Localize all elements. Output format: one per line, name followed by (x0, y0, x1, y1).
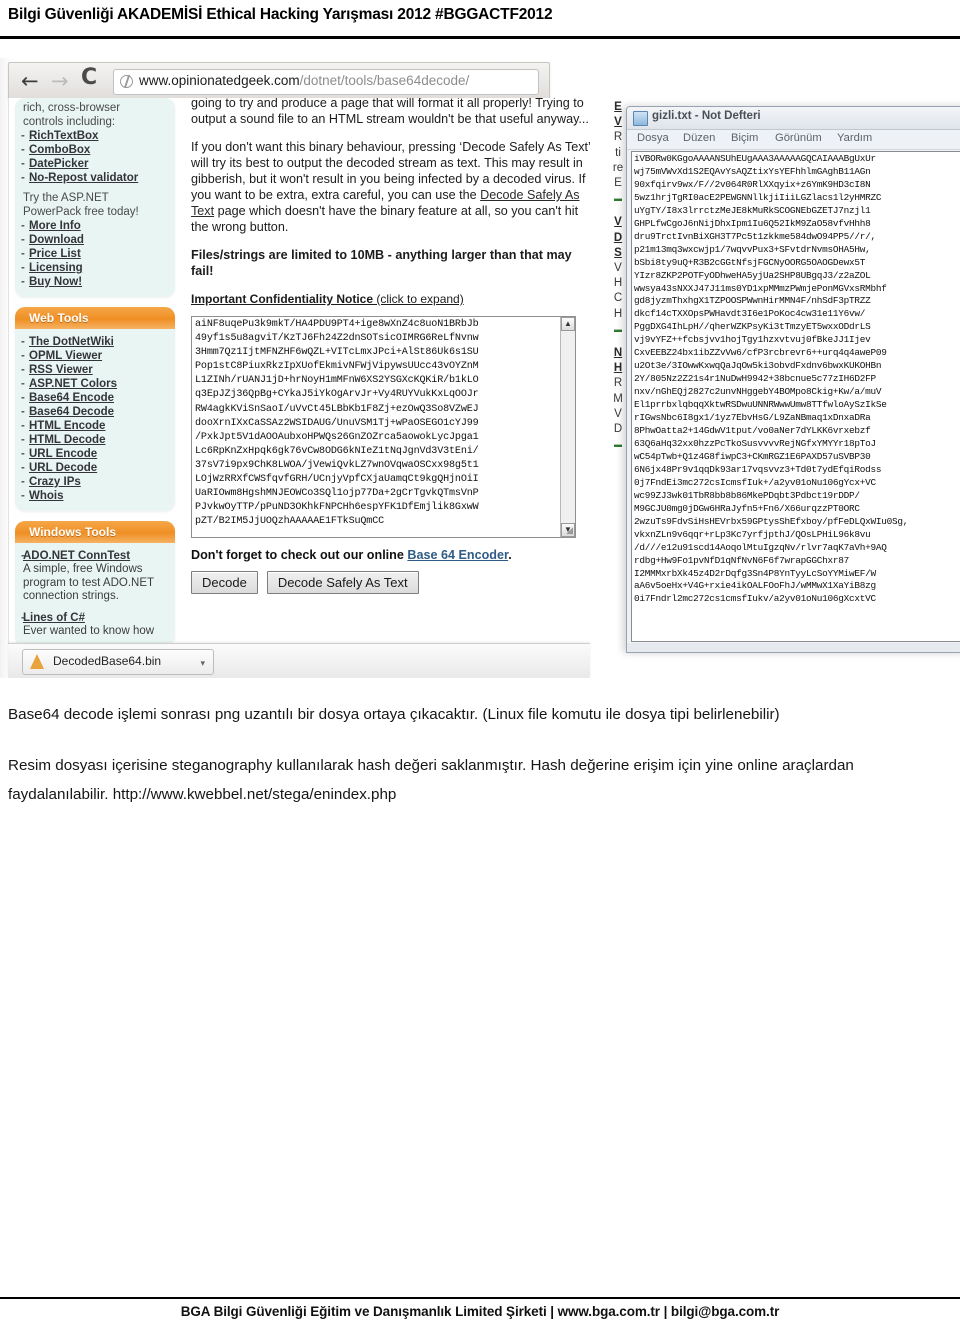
sidebar-link-rss-viewer[interactable]: RSS Viewer (15, 363, 175, 377)
notepad-window[interactable]: gizli.txt - Not Defteri Dosya Düzen Biçi… (626, 106, 960, 653)
sidebar-link-price-list[interactable]: Price List (15, 247, 175, 261)
document-footer: BGA Bilgi Güvenliği Eğitim ve Danışmanlı… (180, 1304, 780, 1319)
base64-encoder-link[interactable]: Base 64 Encoder (407, 548, 508, 562)
menu-dosya[interactable]: Dosya (637, 132, 669, 144)
sidebar-link-lines-of-csharp[interactable]: Lines of C# (15, 611, 175, 625)
sidebar-link-more-info[interactable]: More Info (15, 219, 175, 233)
powerpack-panel: rich, cross-browser controls including: … (15, 98, 175, 297)
site-sidebar: rich, cross-browser controls including: … (15, 98, 175, 656)
sidebar-link-download[interactable]: Download (15, 233, 175, 247)
page-title: Bilgi Güvenliği AKADEMİSİ Ethical Hackin… (8, 6, 553, 23)
sidebar-link-dotnetwiki[interactable]: The DotNetWiki (15, 335, 175, 349)
promo-line-1: Try the ASP.NET (23, 192, 109, 204)
sidebar-link-whois[interactable]: Whois (15, 489, 175, 503)
sidebar-link-crazy-ips[interactable]: Crazy IPs (15, 475, 175, 489)
encoder-hint-text: Don't forget to check out our online (191, 548, 408, 562)
encoder-hint: Don't forget to check out our online Bas… (191, 548, 591, 562)
ado-net-conntest-description: A simple, free Windows program to test A… (23, 563, 154, 602)
download-file-name: DecodedBase64.bin (53, 654, 162, 668)
binary-behaviour-paragraph: If you don't want this binary behaviour,… (191, 139, 591, 235)
confidentiality-notice-link[interactable]: Important Confidentiality Notice (click … (191, 291, 591, 306)
encoder-hint-end: . (508, 548, 512, 562)
sidebar-link-html-decode[interactable]: HTML Decode (15, 433, 175, 447)
sidebar-link-url-decode[interactable]: URL Decode (15, 461, 175, 475)
scroll-up-icon[interactable]: ▲ (561, 317, 575, 331)
windows-tools-header: Windows Tools (15, 521, 175, 543)
download-shelf: DecodedBase64.bin ▾ (8, 643, 590, 678)
sidebar-link-base64-decode[interactable]: Base64 Decode (15, 405, 175, 419)
notepad-menu-bar: Dosya Düzen Biçim Görünüm Yardım (627, 130, 960, 150)
forward-arrow-icon[interactable]: → (51, 71, 69, 92)
header-divider (0, 36, 960, 39)
explanation-paragraph-1: Base64 decode işlemi sonrası png uzantıl… (8, 706, 780, 723)
explanation-paragraph-2: Resim dosyası içerisine steganography ku… (8, 757, 854, 803)
menu-yardim[interactable]: Yardım (837, 132, 872, 144)
sidebar-link-html-encode[interactable]: HTML Encode (15, 419, 175, 433)
download-file-icon (30, 654, 44, 669)
sidebar-link-aspnet-colors[interactable]: ASP.NET Colors (15, 377, 175, 391)
decode-button[interactable]: Decode (191, 571, 258, 594)
address-bar-url: www.opinionatedgeek.com/dotnet/tools/bas… (139, 73, 469, 88)
notepad-text-area[interactable]: iVBORw0KGgoAAAANSUhEUgAAA3AAAAAGQCAIAAAB… (631, 151, 960, 642)
notepad-status-strip (627, 643, 960, 652)
address-bar[interactable]: www.opinionatedgeek.com/dotnet/tools/bas… (113, 69, 539, 95)
notepad-icon (633, 111, 648, 126)
chevron-down-icon[interactable]: ▾ (200, 658, 205, 669)
decode-safely-as-text-button[interactable]: Decode Safely As Text (266, 571, 419, 594)
sidebar-link-opml-viewer[interactable]: OPML Viewer (15, 349, 175, 363)
binary-behaviour-text-b: page which doesn't have the binary featu… (191, 204, 579, 234)
sidebar-link-combobox[interactable]: ComboBox (15, 143, 175, 157)
url-domain: www.opinionatedgeek.com (139, 73, 300, 88)
sidebar-link-richtextbox[interactable]: RichTextBox (15, 129, 175, 143)
intro-paragraph: going to try and produce a page that wil… (191, 98, 589, 126)
sidebar-link-datepicker[interactable]: DatePicker (15, 157, 175, 171)
sidebar-link-buy-now[interactable]: Buy Now! (15, 275, 175, 289)
sidebar-link-licensing[interactable]: Licensing (15, 261, 175, 275)
sidebar-intro-line-1: rich, cross-browser (23, 102, 121, 114)
menu-gorunum[interactable]: Görünüm (775, 132, 822, 144)
reload-icon[interactable]: C (81, 67, 97, 89)
document-header: Bilgi Güvenliği AKADEMİSİ Ethical Hackin… (0, 0, 960, 46)
decode-button-row: Decode Decode Safely As Text (191, 571, 591, 594)
sidebar-link-base64-encode[interactable]: Base64 Encode (15, 391, 175, 405)
base64-textarea-value: aiNF8uqePu3k9mkT/HA4PDU9PT4+ige8wXnZ4c8u… (195, 319, 479, 528)
url-path: /dotnet/tools/base64decode/ (299, 73, 470, 88)
download-item[interactable]: DecodedBase64.bin ▾ (22, 649, 214, 675)
web-tools-header: Web Tools (15, 307, 175, 329)
size-limit-paragraph: Files/strings are limited to 10MB - anyt… (191, 248, 572, 278)
web-page-viewport: rich, cross-browser controls including: … (8, 98, 629, 664)
browser-toolbar: ← → C www.opinionatedgeek.com/dotnet/too… (8, 62, 550, 102)
windows-tools-panel: Windows Tools ADO.NET ConnTest A simple,… (15, 521, 175, 646)
menu-duzen[interactable]: Düzen (683, 132, 715, 144)
sidebar-intro-line-2: controls including: (23, 115, 116, 128)
sidebar-link-no-repost-validator[interactable]: No-Repost validator (15, 171, 175, 185)
notepad-content: iVBORw0KGgoAAAANSUhEUgAAA3AAAAAGQCAIAAAB… (634, 153, 909, 605)
globe-icon (120, 75, 133, 88)
web-tools-panel: Web Tools The DotNetWiki OPML Viewer RSS… (15, 307, 175, 511)
sidebar-link-url-encode[interactable]: URL Encode (15, 447, 175, 461)
back-arrow-icon[interactable]: ← (21, 71, 39, 92)
notepad-title-text: gizli.txt - Not Defteri (652, 110, 761, 122)
menu-bicim[interactable]: Biçim (731, 132, 758, 144)
textarea-scrollbar[interactable]: ▲ ▼ (560, 317, 575, 537)
lines-of-csharp-description: Ever wanted to know how (23, 624, 155, 637)
confidentiality-notice-hint: (click to expand) (373, 292, 464, 306)
sidebar-link-ado-net-conntest[interactable]: ADO.NET ConnTest (15, 549, 175, 563)
notepad-title-bar[interactable]: gizli.txt - Not Defteri (627, 107, 960, 130)
base64-textarea[interactable]: aiNF8uqePu3k9mkT/HA4PDU9PT4+ige8wXnZ4c8u… (191, 316, 576, 538)
footer-divider (0, 1297, 960, 1299)
promo-line-2: PowerPack free today! (23, 205, 139, 218)
tool-main-content: going to try and produce a page that wil… (191, 98, 591, 594)
confidentiality-notice-label: Important Confidentiality Notice (191, 292, 374, 306)
explanation-section: Base64 decode işlemi sonrası png uzantıl… (8, 700, 952, 831)
embedded-screenshot: ← → C www.opinionatedgeek.com/dotnet/too… (0, 58, 960, 678)
resize-handle-icon[interactable]: ◢ (566, 525, 573, 536)
